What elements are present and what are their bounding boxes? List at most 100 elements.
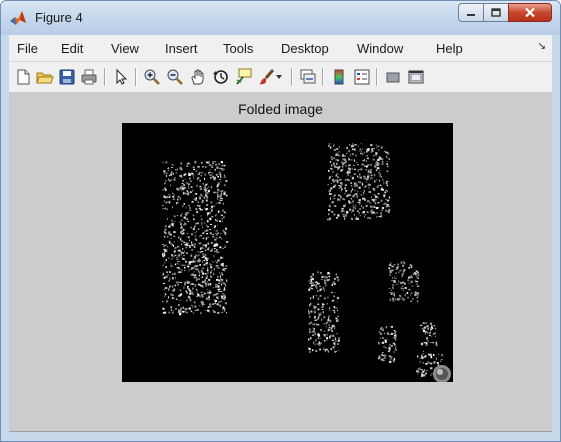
hide-plot-tools-button[interactable]: [383, 67, 403, 87]
image-speckle: [412, 298, 414, 300]
show-plot-tools-button[interactable]: [406, 67, 426, 87]
image-speckle: [198, 242, 201, 244]
image-speckle: [193, 168, 196, 171]
image-speckle: [398, 297, 401, 300]
image-speckle: [343, 205, 346, 208]
image-speckle: [219, 275, 221, 278]
image-speckle: [387, 183, 388, 185]
zoom-in-button[interactable]: [142, 67, 162, 87]
image-speckle: [187, 220, 190, 222]
image-speckle: [225, 194, 228, 197]
image-speckle: [209, 306, 212, 308]
image-speckle: [381, 337, 385, 339]
menu-overflow-arrow-icon[interactable]: ↘: [538, 41, 546, 52]
image-speckle: [335, 319, 339, 322]
image-speckle: [219, 304, 222, 307]
image-speckle: [183, 241, 186, 243]
data-cursor-button[interactable]: [234, 67, 254, 87]
menu-insert[interactable]: Insert: [165, 41, 198, 56]
image-speckle: [428, 353, 430, 355]
image-speckle: [198, 258, 201, 260]
image-speckle: [370, 163, 372, 166]
image-speckle: [402, 281, 405, 284]
maximize-button[interactable]: [483, 3, 509, 22]
image-speckle: [168, 240, 171, 242]
image-speckle: [328, 326, 331, 328]
image-speckle: [204, 187, 207, 189]
image-speckle: [352, 145, 354, 147]
image-speckle: [339, 195, 342, 197]
image-speckle: [320, 313, 322, 316]
image-speckle: [202, 232, 205, 235]
image-speckle: [180, 253, 182, 255]
image-speckle: [352, 206, 355, 209]
image-speckle: [430, 355, 433, 359]
image-speckle: [177, 283, 179, 286]
pan-button[interactable]: [188, 67, 208, 87]
image-speckle: [186, 299, 188, 302]
link-plot-button[interactable]: [298, 67, 318, 87]
image-speckle: [319, 295, 322, 297]
rotate-3d-button[interactable]: [211, 67, 231, 87]
image-speckle: [332, 171, 334, 173]
folded-image-axes[interactable]: [122, 123, 453, 382]
image-speckle: [221, 274, 224, 276]
open-file-button[interactable]: [35, 67, 55, 87]
insert-legend-button[interactable]: [352, 67, 372, 87]
image-speckle: [378, 342, 380, 344]
image-speckle: [180, 271, 183, 273]
image-speckle: [383, 183, 385, 185]
image-speckle: [358, 199, 361, 202]
image-speckle: [192, 287, 194, 290]
image-speckle: [197, 251, 199, 253]
image-speckle: [169, 175, 170, 177]
image-speckle: [217, 311, 220, 314]
image-speckle: [386, 199, 390, 202]
image-speckle: [391, 293, 393, 295]
menu-view[interactable]: View: [111, 41, 139, 56]
insert-colorbar-button[interactable]: [329, 67, 349, 87]
image-speckle: [185, 190, 188, 192]
image-speckle: [434, 335, 436, 338]
zoom-out-button[interactable]: [165, 67, 185, 87]
image-speckle: [389, 298, 392, 301]
save-figure-button[interactable]: [57, 67, 77, 87]
image-speckle: [179, 197, 182, 200]
image-speckle: [311, 349, 314, 352]
image-speckle: [225, 180, 228, 182]
image-speckle: [219, 202, 221, 204]
image-speckle: [189, 246, 191, 248]
edit-plot-button[interactable]: [111, 67, 131, 87]
image-speckle: [352, 200, 354, 203]
menu-window[interactable]: Window: [357, 41, 403, 56]
figure-window: Figure 4 File Edit View Insert Tools Des…: [0, 0, 561, 442]
image-speckle: [386, 156, 388, 159]
image-speckle: [175, 281, 178, 283]
image-speckle: [216, 191, 219, 194]
close-button[interactable]: [508, 3, 552, 22]
image-speckle: [352, 195, 354, 197]
image-speckle: [210, 242, 213, 244]
menu-file[interactable]: File: [17, 41, 38, 56]
image-speckle: [178, 311, 181, 313]
image-speckle: [197, 294, 200, 297]
image-speckle: [427, 332, 429, 334]
image-speckle: [224, 246, 226, 249]
menu-help[interactable]: Help: [436, 41, 463, 56]
minimize-button[interactable]: [458, 3, 484, 22]
brush-dropdown-button[interactable]: [273, 67, 285, 87]
print-figure-button[interactable]: [79, 67, 99, 87]
image-speckle: [380, 199, 383, 202]
image-speckle: [346, 152, 348, 154]
image-speckle: [202, 244, 205, 246]
image-speckle: [425, 362, 428, 365]
image-speckle: [346, 211, 349, 214]
image-speckle: [171, 258, 173, 260]
title-bar[interactable]: Figure 4: [1, 1, 560, 35]
menu-desktop[interactable]: Desktop: [281, 41, 329, 56]
image-speckle: [322, 286, 325, 289]
menu-tools[interactable]: Tools: [223, 41, 253, 56]
new-figure-button[interactable]: [13, 67, 33, 87]
menu-edit[interactable]: Edit: [61, 41, 83, 56]
image-speckle: [163, 288, 165, 290]
